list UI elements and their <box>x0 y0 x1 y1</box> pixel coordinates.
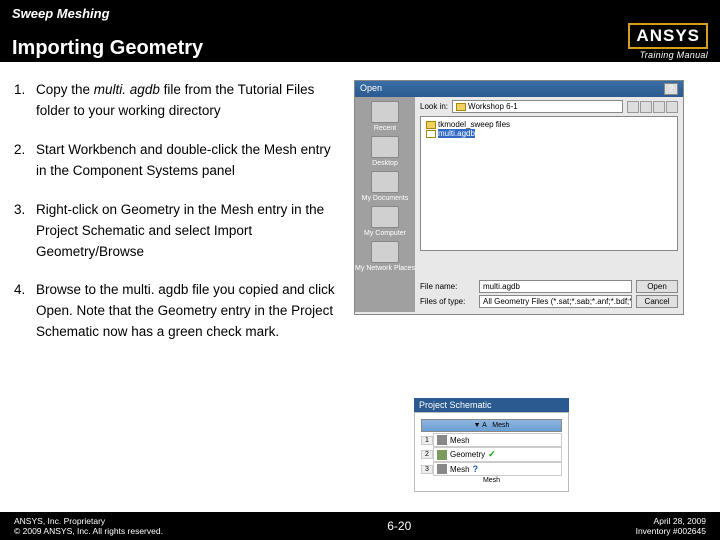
back-icon[interactable] <box>627 101 639 113</box>
dialog-title-text: Open <box>360 83 382 95</box>
slide-footer: ANSYS, Inc. Proprietary © 2009 ANSYS, In… <box>0 512 720 540</box>
instruction-list: Copy the multi. agdb file from the Tutor… <box>14 80 344 343</box>
help-icon[interactable]: ? <box>664 83 678 95</box>
folder-icon <box>371 101 399 123</box>
question-icon: ? <box>473 464 479 474</box>
slide-header: Sweep Meshing Importing Geometry ANSYS T… <box>0 0 720 62</box>
step-1: Copy the multi. agdb file from the Tutor… <box>14 80 344 122</box>
open-button[interactable]: Open <box>636 280 678 293</box>
filetype-combo[interactable]: All Geometry Files (*.sat;*.sab;*.anf;*.… <box>479 295 632 308</box>
list-item[interactable]: tkmodel_sweep files <box>424 120 674 129</box>
dialog-titlebar: Open ? <box>355 81 683 97</box>
table-row[interactable]: 1Mesh <box>421 433 562 447</box>
list-item[interactable]: multi.agdb <box>424 129 674 138</box>
lookin-label: Look in: <box>420 102 448 111</box>
lookin-combo[interactable]: Workshop 6-1 <box>452 100 623 113</box>
dialog-main: Look in: Workshop 6-1 tkmodel_sweep file… <box>415 97 683 312</box>
file-icon <box>426 130 436 138</box>
table-row[interactable]: 3Mesh? <box>421 462 562 476</box>
network-icon <box>371 241 399 263</box>
table-row[interactable]: 2Geometry✓ <box>421 447 562 462</box>
dialog-places-bar: Recent Desktop My Documents My Computer … <box>355 97 415 312</box>
project-schematic-panel: Project Schematic ▼ A Mesh 1Mesh 2Geomet… <box>414 398 569 492</box>
newfolder-icon[interactable] <box>653 101 665 113</box>
filetype-label: Files of type: <box>420 297 475 306</box>
places-documents[interactable]: My Documents <box>362 171 409 202</box>
cancel-button[interactable]: Cancel <box>636 295 678 308</box>
footer-left: ANSYS, Inc. Proprietary © 2009 ANSYS, In… <box>14 516 163 536</box>
schematic-title: Project Schematic <box>414 398 569 412</box>
toolbar-icons <box>627 101 678 113</box>
schematic-header: ▼ A Mesh <box>421 419 562 432</box>
check-icon: ✓ <box>488 449 496 460</box>
computer-icon <box>371 206 399 228</box>
places-recent[interactable]: Recent <box>371 101 399 132</box>
places-computer[interactable]: My Computer <box>364 206 406 237</box>
breadcrumb: Sweep Meshing <box>12 6 708 21</box>
places-network[interactable]: My Network Places <box>355 241 415 272</box>
step-4: Browse to the multi. agdb file you copie… <box>14 280 344 343</box>
filename-input[interactable]: multi.agdb <box>479 280 632 293</box>
file-list[interactable]: tkmodel_sweep files multi.agdb <box>420 116 678 251</box>
mesh-icon <box>437 435 447 445</box>
logo-subtitle: Training Manual <box>628 50 708 60</box>
screenshot-column: Open ? Recent Desktop My Documents My Co… <box>354 80 706 492</box>
up-icon[interactable] <box>640 101 652 113</box>
views-icon[interactable] <box>666 101 678 113</box>
step-2: Start Workbench and double-click the Mes… <box>14 140 344 182</box>
page-title: Importing Geometry <box>12 37 203 60</box>
mesh-icon <box>437 464 447 474</box>
content-area: Copy the multi. agdb file from the Tutor… <box>0 62 720 492</box>
schematic-table: ▼ A Mesh 1Mesh 2Geometry✓ 3Mesh? Mesh <box>421 419 562 485</box>
folder-icon <box>426 121 436 129</box>
geometry-icon <box>437 450 447 460</box>
folder-icon <box>456 103 466 111</box>
page-number: 6-20 <box>387 519 411 533</box>
step-3: Right-click on Geometry in the Mesh entr… <box>14 200 344 263</box>
logo-area: ANSYS Training Manual <box>628 23 708 60</box>
ansys-logo: ANSYS <box>628 23 708 49</box>
instruction-column: Copy the multi. agdb file from the Tutor… <box>14 80 344 492</box>
footer-right: April 28, 2009 Inventory #002645 <box>636 516 706 536</box>
places-desktop[interactable]: Desktop <box>371 136 399 167</box>
desktop-icon <box>371 136 399 158</box>
schematic-footer: Mesh <box>421 476 562 485</box>
open-file-dialog: Open ? Recent Desktop My Documents My Co… <box>354 80 684 315</box>
documents-icon <box>371 171 399 193</box>
filename-label: File name: <box>420 282 475 291</box>
